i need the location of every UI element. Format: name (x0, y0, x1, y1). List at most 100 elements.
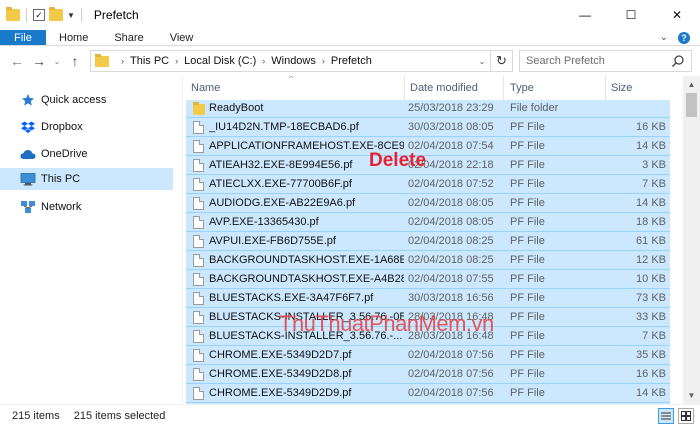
scroll-thumb[interactable] (686, 93, 697, 117)
file-row[interactable]: CHROME.EXE-5349D2D8.pf 02/04/2018 07:56 PF… (186, 366, 670, 384)
file-type: PF File (510, 311, 545, 323)
file-row[interactable]: ATIEAH32.EXE-8E994E56.pf 02/04/2018 22:18… (186, 157, 670, 175)
file-size: 16 KB (636, 121, 666, 133)
file-name: ATIECLXX.EXE-77700B6F.pf (209, 178, 352, 190)
file-date-modified: 02/04/2018 07:55 (408, 273, 494, 285)
cloud-icon (20, 147, 36, 161)
tab-share[interactable]: Share (101, 30, 156, 45)
file-icon (193, 349, 205, 363)
file-list: ^ Name Date modified Type Size ReadyBoot… (183, 76, 683, 404)
recent-locations-dropdown[interactable]: ⌄ (50, 50, 64, 72)
sidebar-item-onedrive[interactable]: OneDrive (0, 143, 173, 165)
column-header-date-modified[interactable]: Date modified (410, 76, 506, 100)
file-icon (193, 159, 205, 173)
column-divider[interactable] (605, 76, 606, 100)
breadcrumb-separator-icon[interactable]: › (322, 56, 325, 66)
up-button[interactable]: ↑ (64, 50, 86, 72)
help-icon[interactable]: ? (678, 31, 690, 44)
breadcrumb-local-disk[interactable]: Local Disk (C:) (184, 55, 256, 67)
file-row[interactable]: BLUESTACKS.EXE-3A47F6F7.pf 30/03/2018 16:… (186, 290, 670, 308)
star-icon (20, 93, 36, 107)
folder-row[interactable]: ReadyBoot 25/03/2018 23:29 File folder (186, 100, 670, 118)
file-row[interactable]: ATIECLXX.EXE-77700B6F.pf 02/04/2018 07:52… (186, 176, 670, 194)
new-folder-icon[interactable] (49, 7, 63, 21)
file-icon (193, 311, 205, 325)
view-toggle (658, 408, 694, 424)
breadcrumb-prefetch[interactable]: Prefetch (331, 55, 372, 67)
file-row[interactable]: _IU14D2N.TMP-18ECBAD6.pf 30/03/2018 08:05… (186, 119, 670, 137)
scroll-up-icon[interactable]: ▲ (683, 76, 700, 93)
network-icon (20, 200, 36, 214)
file-name: AVP.EXE-13365430.pf (209, 216, 319, 228)
breadcrumb-this-pc[interactable]: This PC (130, 55, 169, 67)
breadcrumb-windows[interactable]: Windows (271, 55, 316, 67)
sidebar-item-quick-access[interactable]: Quick access (0, 89, 173, 111)
sidebar-item-this-pc[interactable]: This PC (0, 168, 173, 190)
file-row[interactable]: CHROME.EXE-5349D2D7.pf 02/04/2018 07:56 PF… (186, 347, 670, 365)
file-date-modified: 02/04/2018 07:56 (408, 387, 494, 399)
toolbar-divider (80, 8, 82, 22)
file-date-modified: 02/04/2018 08:05 (408, 197, 494, 209)
address-bar[interactable]: › This PC › Local Disk (C:) › Windows › … (90, 50, 513, 72)
file-row[interactable]: AVP.EXE-13365430.pf 02/04/2018 08:05 PF Fi… (186, 214, 670, 232)
computer-icon (20, 172, 36, 186)
collapse-ribbon-icon[interactable]: ⌄ (660, 32, 668, 43)
dropbox-icon (20, 120, 36, 134)
details-view-icon[interactable] (658, 408, 674, 424)
sidebar-item-label: This PC (41, 173, 81, 185)
search-box[interactable] (519, 50, 692, 72)
file-name: ReadyBoot (209, 102, 264, 114)
file-row[interactable]: CHROME.EXE-5349D2D9.pf 02/04/2018 07:56 PF… (186, 385, 670, 403)
refresh-button[interactable]: ↻ (490, 51, 512, 71)
file-type: PF File (510, 292, 545, 304)
back-button[interactable]: ← (6, 50, 28, 72)
search-input[interactable] (526, 55, 666, 67)
file-type: PF File (510, 349, 545, 361)
file-size: 12 KB (636, 254, 666, 266)
column-header-type[interactable]: Type (510, 76, 604, 100)
tab-file[interactable]: File (0, 30, 46, 45)
file-type: PF File (510, 121, 545, 133)
minimize-button[interactable]: — (562, 0, 608, 30)
file-type: File folder (510, 102, 559, 114)
file-name: BLUESTACKS.EXE-3A47F6F7.pf (209, 292, 374, 304)
column-divider[interactable] (404, 76, 405, 100)
delete-annotation: Delete (369, 150, 427, 171)
folder-icon (193, 102, 205, 116)
ribbon-right-controls: ⌄ ? (660, 30, 700, 45)
file-size: 61 KB (636, 235, 666, 247)
search-icon[interactable] (671, 54, 685, 68)
column-header-size[interactable]: Size (611, 76, 671, 100)
file-type: PF File (510, 140, 545, 152)
file-size: 35 KB (636, 349, 666, 361)
forward-button[interactable]: → (28, 50, 50, 72)
breadcrumb-separator-icon[interactable]: › (175, 56, 178, 66)
file-row[interactable]: AVPUI.EXE-FB6D755E.pf 02/04/2018 08:25 PF … (186, 233, 670, 251)
sidebar-item-network[interactable]: Network (0, 196, 173, 218)
column-header-name[interactable]: Name (191, 76, 403, 100)
column-divider[interactable] (503, 76, 504, 100)
folder-icon (6, 7, 20, 21)
maximize-button[interactable]: ☐ (608, 0, 654, 30)
scroll-down-icon[interactable]: ▼ (683, 387, 700, 404)
sidebar-item-label: Quick access (41, 94, 107, 106)
large-icons-view-icon[interactable] (678, 408, 694, 424)
file-row[interactable]: BACKGROUNDTASKHOST.EXE-A4B28DE4... 02/04/… (186, 271, 670, 289)
address-dropdown-icon[interactable]: ⌄ (474, 57, 490, 66)
vertical-scrollbar[interactable]: ▲ ▼ (683, 76, 700, 404)
tab-view[interactable]: View (157, 30, 207, 45)
file-name: AUDIODG.EXE-AB22E9A6.pf (209, 197, 356, 209)
tab-home[interactable]: Home (46, 30, 101, 45)
file-row[interactable]: APPLICATIONFRAMEHOST.EXE-8CE9A1E...02/04… (186, 138, 670, 156)
file-date-modified: 02/04/2018 07:56 (408, 368, 494, 380)
sidebar-item-dropbox[interactable]: Dropbox (0, 116, 173, 138)
file-row[interactable]: BACKGROUNDTASKHOST.EXE-1A68E999.pf 02/04/… (186, 252, 670, 270)
file-date-modified: 02/04/2018 08:05 (408, 216, 494, 228)
customize-toolbar-dropdown-icon[interactable]: ▼ (67, 11, 75, 20)
close-button[interactable]: ✕ (654, 0, 700, 30)
properties-icon[interactable]: ✓ (33, 9, 45, 21)
breadcrumb-separator-icon[interactable]: › (262, 56, 265, 66)
breadcrumb-separator-icon[interactable]: › (121, 56, 124, 66)
selected-count: 215 items selected (73, 409, 166, 422)
file-row[interactable]: AUDIODG.EXE-AB22E9A6.pf 02/04/2018 08:05 P… (186, 195, 670, 213)
